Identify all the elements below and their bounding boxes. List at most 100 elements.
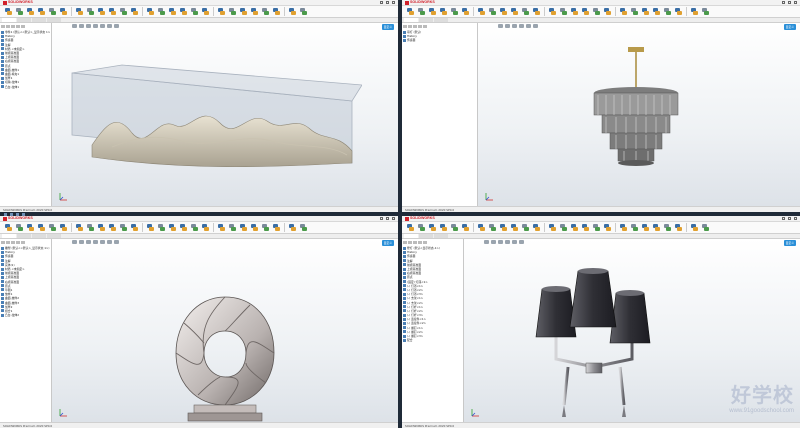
toolbar-command-button[interactable] [179, 223, 188, 232]
toolbar-command-button[interactable] [190, 223, 199, 232]
toolbar-command-button[interactable] [272, 7, 281, 16]
toolbar-command-button[interactable] [581, 7, 590, 16]
toolbar-command-button[interactable] [406, 223, 415, 232]
maximize-icon[interactable] [386, 217, 389, 220]
toolbar-command-button[interactable] [510, 223, 519, 232]
custom-badge[interactable]: 自定义 [783, 240, 796, 246]
toolbar-command-button[interactable] [641, 7, 650, 16]
toolbar-command-button[interactable] [26, 223, 35, 232]
toolbar-command-button[interactable] [619, 223, 628, 232]
window-controls[interactable] [380, 217, 398, 220]
maximize-icon[interactable] [386, 1, 389, 4]
tab-sketch[interactable] [434, 234, 448, 238]
toolbar-command-button[interactable] [86, 223, 95, 232]
minimize-icon[interactable] [380, 217, 383, 220]
toolbar-command-button[interactable] [521, 7, 530, 16]
toolbar-command-button[interactable] [477, 7, 486, 16]
tree-node[interactable]: 凸台-拉伸2 [1, 313, 50, 317]
custom-badge[interactable]: 自定义 [783, 24, 796, 30]
toolbar-command-button[interactable] [690, 223, 699, 232]
toolbar-command-button[interactable] [272, 223, 281, 232]
tab-sketch[interactable] [17, 18, 31, 22]
toolbar-command-button[interactable] [119, 223, 128, 232]
toolbar-command-button[interactable] [4, 223, 13, 232]
toolbar-command-button[interactable] [48, 223, 57, 232]
toolbar-command-button[interactable] [217, 223, 226, 232]
toolbar-command-button[interactable] [461, 7, 470, 16]
graphics-area[interactable]: 自定义 [52, 239, 398, 422]
toolbar-command-button[interactable] [652, 7, 661, 16]
close-icon[interactable] [794, 1, 797, 4]
toolbar-command-button[interactable] [619, 7, 628, 16]
toolbar-command-button[interactable] [477, 223, 486, 232]
tab-surfaces[interactable] [434, 18, 448, 22]
toolbar-command-button[interactable] [299, 223, 308, 232]
toolbar-command-button[interactable] [190, 7, 199, 16]
toolbar-command-button[interactable] [168, 7, 177, 16]
toolbar-command-button[interactable] [663, 223, 672, 232]
toolbar-command-button[interactable] [130, 223, 139, 232]
maximize-icon[interactable] [788, 1, 791, 4]
tab-features[interactable] [2, 234, 16, 238]
toolbar-command-button[interactable] [450, 7, 459, 16]
toolbar-command-button[interactable] [570, 7, 579, 16]
manager-tabs[interactable] [1, 241, 50, 244]
toolbar-command-button[interactable] [674, 223, 683, 232]
toolbar-command-button[interactable] [652, 223, 661, 232]
toolbar-command-button[interactable] [168, 223, 177, 232]
toolbar-command-button[interactable] [641, 223, 650, 232]
tab-evaluate[interactable] [47, 18, 61, 22]
toolbar-command-button[interactable] [4, 7, 13, 16]
toolbar-command-button[interactable] [37, 7, 46, 16]
heads-up-view-toolbar[interactable] [72, 24, 119, 28]
toolbar-command-button[interactable] [228, 223, 237, 232]
toolbar-command-button[interactable] [97, 223, 106, 232]
toolbar-command-button[interactable] [239, 7, 248, 16]
window-controls[interactable] [782, 1, 800, 4]
toolbar-command-button[interactable] [201, 223, 210, 232]
toolbar-command-button[interactable] [59, 7, 68, 16]
toolbar-command-button[interactable] [450, 223, 459, 232]
terrain-model[interactable] [62, 63, 362, 183]
toolbar-command-button[interactable] [521, 223, 530, 232]
toolbar-command-button[interactable] [250, 223, 259, 232]
toolbar-command-button[interactable] [488, 7, 497, 16]
window-controls[interactable] [782, 217, 800, 220]
tab-layout[interactable] [419, 234, 433, 238]
custom-badge[interactable]: 自定义 [381, 240, 394, 246]
toolbar-command-button[interactable] [439, 7, 448, 16]
heads-up-view-toolbar[interactable] [484, 240, 524, 244]
toolbar-command-button[interactable] [532, 7, 541, 16]
toolbar-command-button[interactable] [406, 7, 415, 16]
toolbar-command-button[interactable] [119, 7, 128, 16]
toolbar-command-button[interactable] [499, 7, 508, 16]
chandelier-model[interactable] [576, 43, 696, 193]
toolbar-command-button[interactable] [146, 7, 155, 16]
toolbar-command-button[interactable] [299, 7, 308, 16]
minimize-icon[interactable] [380, 1, 383, 4]
toolbar-command-button[interactable] [428, 7, 437, 16]
toolbar-command-button[interactable] [15, 223, 24, 232]
app-logo[interactable]: SOLIDWORKS [0, 0, 33, 5]
toolbar-command-button[interactable] [59, 223, 68, 232]
toolbar-command-button[interactable] [581, 223, 590, 232]
toolbar-command-button[interactable] [428, 223, 437, 232]
tree-node[interactable]: 传感器 [403, 38, 476, 42]
app-logo[interactable]: SOLIDWORKS [402, 0, 435, 5]
tab-features[interactable] [2, 18, 16, 22]
heads-up-view-toolbar[interactable] [498, 24, 538, 28]
toolbar-command-button[interactable] [37, 223, 46, 232]
toolbar-command-button[interactable] [417, 7, 426, 16]
manager-tabs[interactable] [1, 25, 50, 28]
toolbar-command-button[interactable] [75, 223, 84, 232]
toolbar-command-button[interactable] [97, 7, 106, 16]
toolbar-command-button[interactable] [499, 223, 508, 232]
toolbar-command-button[interactable] [559, 223, 568, 232]
tab-assembly[interactable] [404, 234, 418, 238]
tree-node[interactable]: 凸台-拉伸1 [1, 84, 50, 89]
toolbar-command-button[interactable] [157, 223, 166, 232]
tab-surfaces[interactable] [32, 234, 46, 238]
close-icon[interactable] [794, 217, 797, 220]
window-controls[interactable] [380, 1, 398, 4]
close-icon[interactable] [392, 1, 395, 4]
